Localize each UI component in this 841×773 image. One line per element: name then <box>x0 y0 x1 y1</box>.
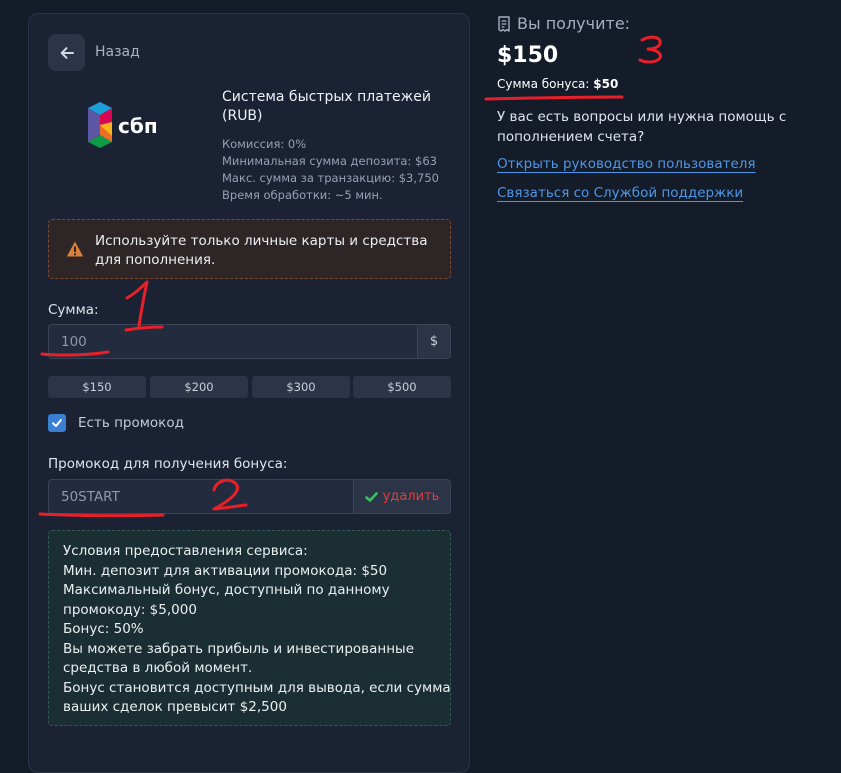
back-button[interactable] <box>48 34 85 71</box>
annotation-underline-bonus <box>484 95 624 101</box>
delete-promo-label: удалить <box>382 489 440 504</box>
max-transaction-info: Макс. сумма за транзакцию: $3,750 <box>222 171 439 185</box>
promo-label: Промокод для получения бонуса: <box>48 456 288 472</box>
payment-method-info: Комиссия: 0% Минимальная сумма депозита:… <box>222 136 439 204</box>
summary-bonus: Сумма бонуса: $50 <box>497 77 618 91</box>
terms-line: Вы можете забрать прибыль и инвестирован… <box>63 640 415 657</box>
amount-input[interactable] <box>48 324 418 359</box>
promo-terms-box: Условия предоставления сервиса: Мин. деп… <box>48 530 451 726</box>
terms-line: Условия предоставления сервиса: <box>63 543 308 559</box>
summary-header: Вы получите: <box>497 14 630 33</box>
terms-line: средства в любой момент. <box>63 660 253 676</box>
processing-time-info: Время обработки: ~5 мин. <box>222 188 383 202</box>
support-link[interactable]: Связаться со Службой поддержки <box>497 185 743 201</box>
warning-text: Используйте только личные карты и средст… <box>95 233 428 268</box>
check-icon <box>364 491 378 502</box>
bonus-value: $50 <box>593 77 619 91</box>
terms-line: Бонус становится доступным для вывода, е… <box>63 679 451 696</box>
terms-line: Максимальный бонус, доступный по данному <box>63 582 390 598</box>
sbp-logo-text: сбп <box>118 114 158 138</box>
preset-amount-300[interactable]: $300 <box>252 376 350 398</box>
terms-line: Бонус: 50% <box>63 621 144 637</box>
currency-addon: $ <box>417 324 451 359</box>
user-guide-link[interactable]: Открыть руководство пользователя <box>497 156 756 172</box>
commission-info: Комиссия: 0% <box>222 137 307 151</box>
bonus-label: Сумма бонуса: <box>497 77 590 91</box>
promo-checkbox[interactable] <box>48 414 66 432</box>
annotation-mark-3 <box>638 35 662 64</box>
preset-amount-500[interactable]: $500 <box>353 376 451 398</box>
check-icon <box>52 419 62 427</box>
arrow-left-icon <box>60 46 74 59</box>
summary-amount: $150 <box>497 43 559 68</box>
preset-amount-150[interactable]: $150 <box>48 376 146 398</box>
preset-amount-200[interactable]: $200 <box>150 376 248 398</box>
terms-line: ваших сделок превысит $2,500 <box>63 699 287 715</box>
delete-promo-button[interactable]: удалить <box>353 479 451 514</box>
sbp-logo-icon: сбп <box>88 102 158 148</box>
promo-code-input[interactable] <box>48 479 354 514</box>
amount-label: Сумма: <box>48 302 99 318</box>
sbp-logo: сбп <box>86 102 170 148</box>
warning-box: Используйте только личные карты и средст… <box>48 219 451 279</box>
back-label[interactable]: Назад <box>95 44 140 60</box>
terms-line: промокоду: $5,000 <box>63 601 197 618</box>
summary-header-label: Вы получите: <box>517 14 631 33</box>
promo-checkbox-label[interactable]: Есть промокод <box>78 415 184 431</box>
receipt-icon <box>498 15 510 32</box>
min-deposit-info: Минимальная сумма депозита: $63 <box>222 154 437 168</box>
warning-icon <box>66 241 84 257</box>
terms-line: Мин. депозит для активации промокода: $5… <box>63 562 388 579</box>
payment-method-title: Система быстрых платежей (RUB) <box>222 89 431 124</box>
help-question: У вас есть вопросы или нужна помощь с по… <box>497 109 787 145</box>
